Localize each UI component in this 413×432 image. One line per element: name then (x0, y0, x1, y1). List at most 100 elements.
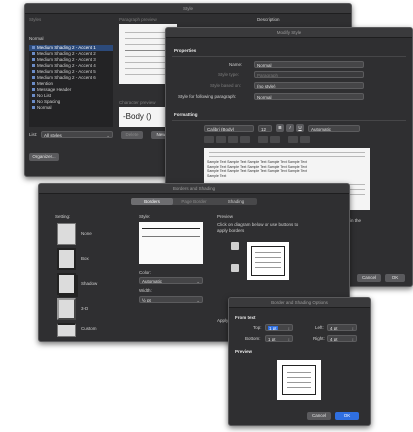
border-width-select[interactable]: ½ pt ⌄ (139, 296, 203, 303)
align-right-icon[interactable] (228, 136, 238, 143)
paragraph-preview-header: Paragraph preview (119, 17, 157, 22)
options-preview-header: Preview (235, 349, 253, 354)
bottom-spacing-input[interactable]: 1 pt ↕ (265, 335, 293, 342)
style-based-on-label: Style based on: (210, 83, 242, 88)
styles-header: Styles (29, 17, 42, 22)
options-ok-button[interactable]: OK (335, 412, 359, 420)
italic-button[interactable]: I (286, 124, 294, 132)
border-color-select[interactable]: Automatic ⌄ (139, 277, 203, 284)
style-swatch-icon (32, 94, 35, 98)
stepper-icon[interactable]: ↕ (352, 325, 354, 330)
style-swatch-icon (32, 82, 35, 86)
preview-hint: Click on diagram below or use buttons to… (217, 222, 299, 233)
formatting-header: Formatting (174, 112, 198, 117)
properties-header: Properties (174, 48, 197, 53)
font-select[interactable]: Calibri (Body) (204, 125, 254, 132)
normal-style-label: Normal (29, 36, 44, 41)
stepper-icon[interactable]: ↕ (288, 325, 290, 330)
style-swatch-icon (32, 64, 35, 68)
style-type-select: Paragraph (254, 71, 364, 78)
justify-icon[interactable] (240, 136, 250, 143)
setting-shadow-label: Shadow (81, 281, 98, 286)
font-color-select[interactable]: Automatic (308, 125, 360, 132)
increase-indent-icon[interactable] (300, 136, 310, 143)
chevron-down-icon: ⌄ (196, 298, 200, 303)
following-style-label: Style for following paragraph: (178, 94, 237, 99)
width-label: Width: (139, 288, 152, 293)
style-based-on-select[interactable]: (no style) (254, 82, 364, 89)
line-spacing-icon[interactable] (258, 136, 268, 143)
left-label: Left: (315, 325, 324, 330)
style-swatch-icon (32, 58, 35, 62)
tab-bar: Borders Page Border Shading (131, 198, 257, 205)
paragraph-spacing-icon[interactable] (270, 136, 280, 143)
list-item[interactable]: Normal (29, 105, 113, 111)
style-swatch-icon (32, 52, 35, 56)
left-spacing-input[interactable]: 4 pt ↕ (327, 324, 357, 331)
apply-to-label: Apply (217, 318, 229, 323)
setting-shadow-icon[interactable] (57, 273, 76, 295)
borders-window-title: Borders and Shading (39, 184, 349, 194)
setting-3d-icon[interactable] (57, 298, 76, 320)
underline-button[interactable]: U (296, 124, 304, 132)
font-size-select[interactable]: 12 (258, 125, 272, 132)
setting-box-label: Box (81, 256, 89, 261)
from-text-header: From text (235, 315, 256, 320)
align-center-icon[interactable] (216, 136, 226, 143)
setting-box-icon[interactable] (57, 248, 76, 270)
modify-window-title: Modify Style (166, 28, 412, 38)
style-name-input[interactable]: Normal (254, 61, 364, 68)
name-label: Name: (229, 62, 243, 67)
style-window-title: Style (25, 4, 351, 14)
style-swatch-icon (32, 76, 35, 80)
bottom-label: Bottom: (245, 336, 261, 341)
style-swatch-icon (32, 70, 35, 74)
align-left-icon[interactable] (204, 136, 214, 143)
options-preview-diagram (277, 360, 321, 400)
style-swatch-icon (32, 106, 35, 110)
chevron-down-icon: ⌄ (196, 279, 200, 284)
border-preview-diagram[interactable] (247, 242, 289, 280)
stepper-icon[interactable]: ↕ (288, 336, 290, 341)
organizer-button[interactable]: Organizer... (29, 153, 59, 161)
bold-button[interactable]: B (276, 124, 284, 132)
setting-custom-label: Custom (81, 326, 97, 331)
style-swatch-icon (32, 88, 35, 92)
stepper-icon[interactable]: ↕ (352, 336, 354, 341)
top-label: Top: (253, 325, 262, 330)
description-header: Description (257, 17, 280, 22)
character-preview-header: Character preview (119, 100, 156, 105)
chevron-down-icon: ⌄ (106, 133, 110, 138)
setting-none-icon[interactable] (57, 223, 76, 245)
style-swatch-icon (32, 100, 35, 104)
preview-header: Preview (217, 214, 234, 219)
tab-page-border[interactable]: Page Border (173, 198, 215, 205)
cancel-button[interactable]: Cancel (357, 274, 381, 282)
line-style-list[interactable] (139, 222, 203, 264)
right-spacing-input[interactable]: 4 pt ↕ (327, 335, 357, 342)
options-cancel-button[interactable]: Cancel (307, 412, 331, 420)
options-window-title: Border and Shading Options (229, 298, 370, 308)
ok-button[interactable]: OK (385, 274, 405, 282)
description-side-text: in the (350, 218, 362, 223)
list-filter-select[interactable]: All styles ⌄ (41, 131, 113, 138)
style-type-label: Style type: (218, 72, 240, 77)
decrease-indent-icon[interactable] (288, 136, 298, 143)
bottom-border-icon[interactable] (231, 264, 239, 272)
setting-none-label: None (81, 231, 92, 236)
color-label: Color: (139, 270, 152, 275)
sample-text: Sample Text Sample Text Sample Text Samp… (207, 160, 307, 178)
setting-custom-icon[interactable] (57, 323, 76, 337)
right-label: Right: (313, 336, 325, 341)
tab-borders[interactable]: Borders (131, 198, 173, 205)
style-swatch-icon (32, 46, 35, 50)
styles-list[interactable]: Medium Shading 2 - Accent 1 Medium Shadi… (29, 45, 113, 127)
top-border-icon[interactable] (231, 242, 239, 250)
following-style-select[interactable]: Normal (254, 93, 364, 100)
setting-3d-label: 3-D (81, 306, 89, 311)
delete-button[interactable]: Delete (121, 131, 143, 139)
top-spacing-input[interactable]: 1 pt ↕ (265, 324, 293, 331)
style-header: Style: (139, 214, 151, 219)
character-preview-text: -Body () (123, 112, 152, 121)
tab-shading[interactable]: Shading (215, 198, 257, 205)
